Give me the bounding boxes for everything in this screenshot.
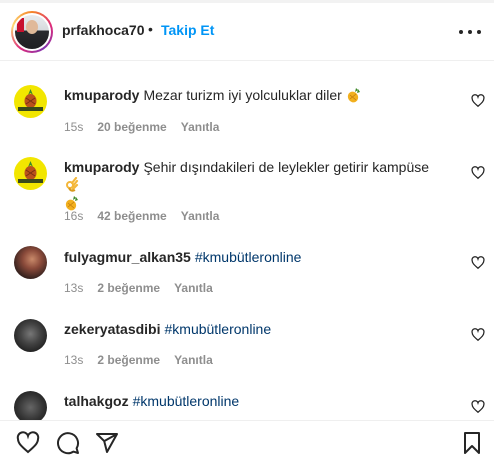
reply-button[interactable]: Yanıtla [174, 353, 213, 367]
commenter-avatar[interactable] [14, 319, 47, 352]
comment-time: 16s [64, 209, 84, 223]
commenter-avatar[interactable] [14, 157, 47, 190]
post-header: prfakhoca70 • Takip Et [0, 3, 494, 61]
pineapple-icon [347, 88, 360, 103]
comment-username[interactable]: talhakgoz [64, 393, 129, 409]
heart-icon[interactable] [16, 431, 40, 455]
comment-heart-icon[interactable] [471, 400, 485, 414]
comment-username[interactable]: kmuparody [64, 159, 139, 175]
commenter-avatar[interactable] [14, 85, 47, 118]
comment-likes[interactable]: 42 beğenme [97, 209, 166, 223]
comment-heart-icon[interactable] [471, 166, 485, 180]
bookmark-icon[interactable] [460, 431, 484, 455]
comment-heart-icon[interactable] [471, 94, 485, 108]
send-icon[interactable] [95, 431, 119, 455]
reply-button[interactable]: Yanıtla [181, 209, 220, 223]
comment-heart-icon[interactable] [471, 256, 485, 270]
hashtag-link[interactable]: #kmubütleronline [195, 249, 302, 265]
comment-time: 13s [64, 353, 84, 367]
reply-button[interactable]: Yanıtla [181, 120, 220, 134]
comment-likes[interactable]: 2 beğenme [97, 353, 160, 367]
separator-dot: • [148, 21, 153, 37]
author-avatar[interactable] [11, 11, 53, 53]
reply-button[interactable]: Yanıtla [174, 281, 213, 295]
comment-username[interactable]: zekeryatasdibi [64, 321, 161, 337]
hashtag-link[interactable]: #kmubütleronline [133, 393, 240, 409]
comment-heart-icon[interactable] [471, 328, 485, 342]
comment-icon[interactable] [56, 431, 80, 455]
action-bar [0, 420, 494, 462]
commenter-avatar[interactable] [14, 246, 47, 279]
more-options-icon[interactable] [459, 25, 481, 39]
comment-time: 13s [64, 281, 84, 295]
comment-username[interactable]: fulyagmur_alkan35 [64, 249, 191, 265]
comment-username[interactable]: kmuparody [64, 87, 139, 103]
comment-time: 15s [64, 120, 84, 134]
ok-hand-icon [66, 177, 79, 192]
comment-text: Mezar turizm iyi yolculuklar diler [143, 87, 342, 103]
follow-button[interactable]: Takip Et [161, 22, 214, 38]
author-username[interactable]: prfakhoca70 [62, 22, 144, 38]
comment-text: Şehir dışındakileri de leylekler getirir… [143, 159, 430, 175]
hashtag-link[interactable]: #kmubütleronline [165, 321, 272, 337]
comment-likes[interactable]: 20 beğenme [97, 120, 166, 134]
comment-likes[interactable]: 2 beğenme [97, 281, 160, 295]
